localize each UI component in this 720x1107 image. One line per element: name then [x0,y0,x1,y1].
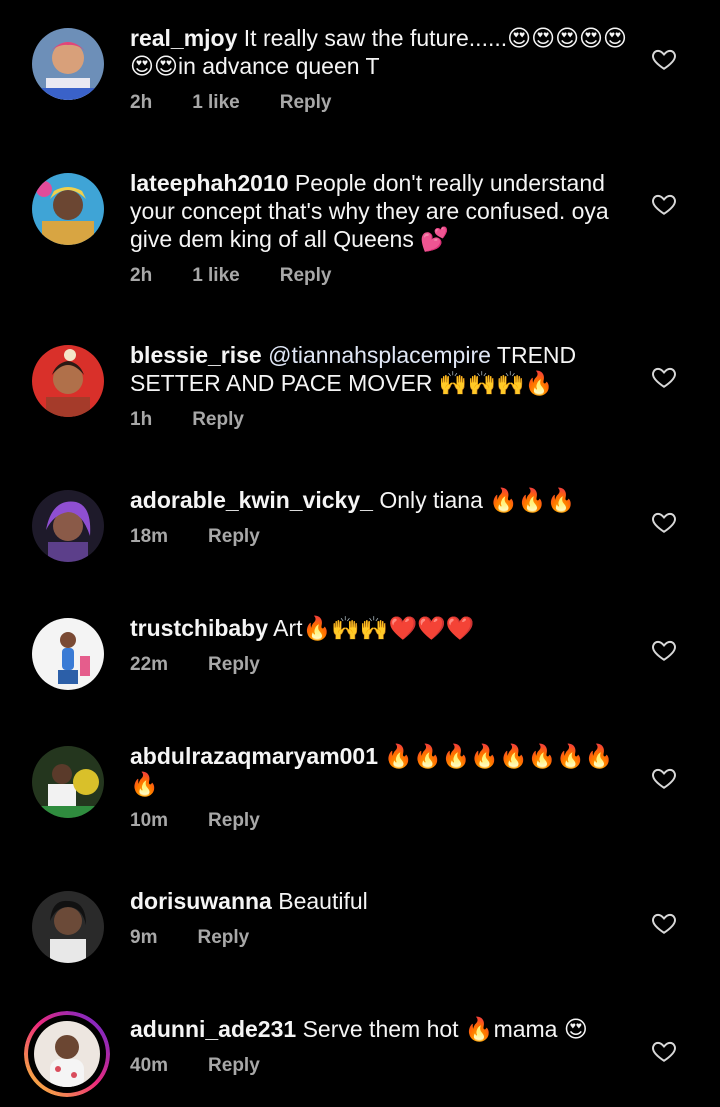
comment-username[interactable]: trustchibaby [130,615,268,641]
comment-time: 22m [130,654,169,675]
comment-meta: 40m Reply [130,1055,630,1077]
user-avatar[interactable] [32,891,104,963]
like-heart-icon[interactable] [651,46,677,72]
comment-meta: 18m Reply [130,526,630,548]
comment-time: 2h [130,265,153,286]
comment-text: real_mjoy It really saw the future......… [130,24,630,80]
comment-likes[interactable]: 1 like [192,92,240,114]
user-avatar[interactable] [32,746,104,818]
user-avatar[interactable] [32,618,104,690]
reply-button[interactable]: Reply [197,927,249,949]
comment-time: 2h [130,92,153,113]
comment-text: adunni_ade231 Serve them hot 🔥mama 😍 [130,1015,630,1043]
comment-text: blessie_rise @tiannahsplacempire TREND S… [130,341,630,397]
user-avatar[interactable] [32,28,104,100]
reply-button[interactable]: Reply [192,409,244,431]
reply-button[interactable]: Reply [208,654,260,676]
comment-username[interactable]: lateephah2010 [130,170,289,196]
comment-username[interactable]: abdulrazaqmaryam001 [130,743,378,769]
reply-button[interactable]: Reply [280,92,332,114]
comment-time: 9m [130,927,158,948]
comment-username[interactable]: adunni_ade231 [130,1016,296,1042]
comment-username[interactable]: adorable_kwin_vicky_ [130,487,373,513]
comment-time: 18m [130,526,169,547]
comment-text: trustchibaby Art🔥🙌🙌❤️❤️❤️ [130,614,630,642]
comment-meta: 1h Reply [130,409,630,431]
like-heart-icon[interactable] [651,765,677,791]
comment-body: Beautiful [278,888,368,914]
comment-likes[interactable]: 1 like [192,265,240,287]
user-avatar-story-ring[interactable] [24,1011,110,1097]
user-avatar[interactable] [32,345,104,417]
comment-username[interactable]: blessie_rise [130,342,262,368]
comment-meta: 10m Reply [130,810,630,832]
comment-mention[interactable]: @tiannahsplacempire [268,342,491,368]
comment-time: 40m [130,1055,169,1076]
comment-meta: 2h 1 like Reply [130,92,630,114]
like-heart-icon[interactable] [651,910,677,936]
comment-time: 1h [130,409,153,430]
comment-meta: 22m Reply [130,654,630,676]
comment-username[interactable]: real_mjoy [130,25,237,51]
user-avatar[interactable] [32,490,104,562]
comment-meta: 2h 1 like Reply [130,265,630,287]
comment-text: adorable_kwin_vicky_ Only tiana 🔥🔥🔥 [130,486,630,514]
like-heart-icon[interactable] [651,1038,677,1064]
comment-text: abdulrazaqmaryam001 🔥🔥🔥🔥🔥🔥🔥🔥🔥 [130,742,630,798]
comment-time: 10m [130,810,169,831]
like-heart-icon[interactable] [651,637,677,663]
comment-username[interactable]: dorisuwanna [130,888,272,914]
comment-body: Serve them hot 🔥mama 😍 [302,1016,588,1042]
user-avatar[interactable] [32,173,104,245]
comment-text: dorisuwanna Beautiful [130,887,630,915]
reply-button[interactable]: Reply [208,810,260,832]
reply-button[interactable]: Reply [208,526,260,548]
comment-meta: 9m Reply [130,927,630,949]
reply-button[interactable]: Reply [208,1055,260,1077]
like-heart-icon[interactable] [651,364,677,390]
like-heart-icon[interactable] [651,509,677,535]
comment-body: Only tiana 🔥🔥🔥 [379,487,576,513]
like-heart-icon[interactable] [651,191,677,217]
comment-body: Art🔥🙌🙌❤️❤️❤️ [273,615,475,641]
comment-text: lateephah2010 People don't really unders… [130,169,630,253]
reply-button[interactable]: Reply [280,265,332,287]
